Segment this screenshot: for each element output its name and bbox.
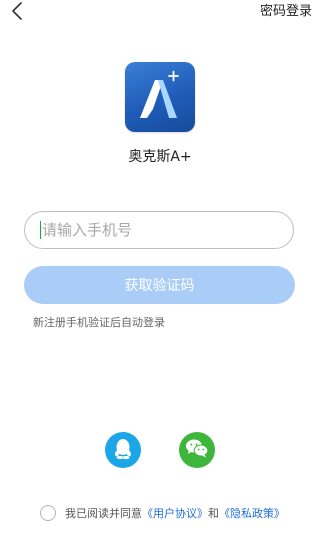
auto-register-hint: 新注册手机验证后自动登录 (33, 316, 165, 329)
qq-icon (112, 436, 134, 464)
agreement-row: 我已阅读并同意 《用户协议》 和 《隐私政策》 (40, 504, 285, 522)
agreement-prefix: 我已阅读并同意 (65, 507, 142, 520)
phone-input-container[interactable] (24, 211, 294, 249)
app-name: 奥克斯A+ (128, 149, 192, 165)
password-login-link[interactable]: 密码登录 (260, 3, 312, 21)
wechat-login-button[interactable] (179, 432, 215, 468)
wechat-icon (185, 438, 209, 462)
phone-input[interactable] (42, 221, 282, 239)
qq-login-button[interactable] (105, 432, 141, 468)
app-logo-icon (125, 62, 195, 132)
agreement-checkbox[interactable] (40, 505, 56, 521)
agreement-conjunction: 和 (208, 507, 219, 520)
user-agreement-link[interactable]: 《用户协议》 (142, 505, 208, 521)
back-button[interactable] (6, 2, 28, 24)
get-verification-code-button[interactable]: 获取验证码 (24, 266, 295, 304)
privacy-policy-link[interactable]: 《隐私政策》 (219, 505, 285, 521)
chevron-left-icon (11, 2, 23, 24)
text-cursor (40, 221, 41, 239)
